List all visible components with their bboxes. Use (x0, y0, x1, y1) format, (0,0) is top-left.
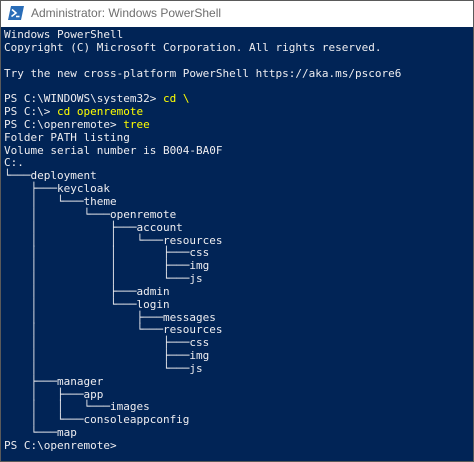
output-line: │ └───login (4, 297, 170, 311)
prompt-line: PS C:\openremote> tree (4, 117, 401, 132)
prompt-text: PS C:\openremote> (4, 439, 124, 452)
console-output[interactable]: Windows PowerShell Copyright (C) Microsof… (1, 27, 473, 461)
output-line: │ └───theme (4, 194, 117, 208)
powershell-icon (8, 6, 24, 20)
prompt-text: PS C:\openremote> (4, 117, 124, 131)
output-line: │ ├───admin (4, 284, 170, 298)
output-line: Folder PATH listing (4, 130, 130, 144)
command-text: tree (123, 117, 150, 131)
command-text: cd \ (162, 92, 190, 106)
output-line: │ │ └───js (4, 272, 203, 286)
prompt-line: PS C:\openremote> (4, 439, 401, 453)
output-line: Windows PowerShell (4, 28, 124, 41)
output-line: │ └───js (4, 361, 203, 375)
prompt-text: PS C:\> (4, 105, 57, 119)
output-line: ├───manager (4, 374, 104, 388)
output-line: Volume serial number is B004-BA0F (4, 143, 223, 157)
output-line: │ └───openremote (4, 207, 177, 221)
title-bar[interactable]: Administrator: Windows PowerShell (1, 1, 473, 27)
command-text: cd openremote (56, 105, 144, 119)
console-lines: Windows PowerShell Copyright (C) Microsof… (4, 28, 402, 453)
powershell-window: Administrator: Windows PowerShell Window… (0, 0, 474, 462)
output-line: │ ├───account (4, 220, 183, 234)
output-line: Copyright (C) Microsoft Corporation. All… (4, 40, 382, 54)
output-line: Try the new cross-platform PowerShell ht… (4, 66, 402, 80)
window-title: Administrator: Windows PowerShell (31, 6, 222, 20)
output-line: │ ├───img (4, 349, 210, 363)
prompt-text: PS C:\WINDOWS\system32> (4, 92, 163, 106)
